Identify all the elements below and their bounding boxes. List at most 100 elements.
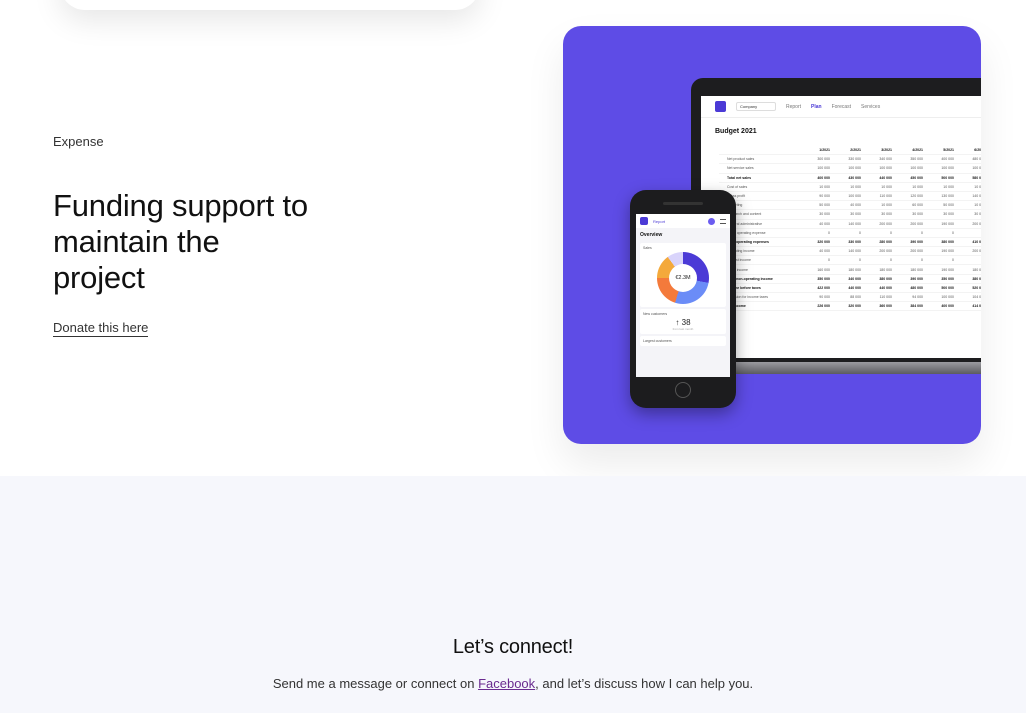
table-cell: 10 000 (912, 184, 923, 189)
table-cell: 0 (954, 258, 981, 262)
avatar (708, 217, 715, 225)
table-cell: 400 000 (941, 304, 954, 309)
table-cell: 100 000 (941, 295, 954, 300)
table-row: Operating income 40 000 140 000 200 000 200 … (719, 247, 981, 257)
table-cell: 50 000 (943, 203, 954, 208)
nav-report: Report (786, 103, 802, 110)
table-cell: 380 000 (972, 276, 981, 281)
table-cell: 280 000 (879, 239, 892, 244)
table-cell: 340 000 (848, 276, 861, 281)
largest-customers-label: Largest customers (643, 339, 672, 343)
laptop-screen: Company Report Plan Forecast Services Bu… (701, 96, 981, 358)
table-cell: 200 000 (910, 221, 923, 226)
table-row: Total non-operating income 350 000 340 000… (719, 275, 981, 284)
table-column-header: 2/2021 (850, 148, 861, 153)
table-cell: 160 000 (817, 267, 830, 272)
new-customers-sub: from last month (672, 327, 694, 331)
floating-card-shadow (60, 0, 480, 10)
table-cell: 30 000 (881, 212, 892, 217)
laptop-app-nav: Company Report Plan Forecast Services (701, 96, 981, 118)
table-cell: 520 000 (972, 285, 981, 290)
new-customers-value: ↑ 38 (675, 318, 691, 327)
table-cell: 104 000 (972, 295, 981, 300)
table-cell: 10 000 (881, 184, 892, 189)
phone-home-button (675, 382, 691, 398)
table-row: Cost of sales 10 000 10 000 10 000 10 000 10 … (719, 183, 981, 192)
table-cell: 400 000 (817, 175, 830, 180)
row-label: Cost of sales (727, 184, 748, 189)
table-cell: 88 000 (850, 295, 861, 300)
table-row: Gross profit 90 000 100 000 110 000 120 000 1… (719, 192, 981, 202)
nav-forecast: Forecast (831, 103, 852, 110)
phone-nav-report: Report (653, 218, 666, 224)
table-cell: 200 000 (910, 249, 923, 254)
facebook-link[interactable]: Facebook (478, 676, 535, 691)
table-cell: 414 000 (972, 304, 981, 309)
table-cell: 100 000 (972, 166, 981, 171)
table-header-row: 1/2021 2/2021 3/2021 4/2021 5/2021 6/2021 (719, 146, 981, 156)
table-row: Other income 160 000 180 000 180 000 180 000… (719, 265, 981, 275)
budget-table: 1/2021 2/2021 3/2021 4/2021 5/2021 6/2021 Net … (719, 146, 981, 312)
table-cell: 380 000 (941, 239, 954, 244)
phone-screen: Report Overview Sales €2.3M New customer… (636, 214, 730, 377)
table-cell: 190 000 (941, 221, 954, 226)
table-cell: 0 (890, 230, 892, 235)
connect-text-before: Send me a message or connect on (272, 676, 479, 691)
table-cell: 422 000 (817, 285, 830, 290)
table-cell: 0 (859, 258, 861, 263)
table-cell: 40 000 (850, 203, 861, 208)
connect-title: Let’s connect! (452, 636, 574, 658)
table-column-header: 3/2021 (881, 148, 892, 153)
table-cell: 50 000 (819, 203, 830, 208)
table-cell: 0 (828, 258, 830, 263)
sales-label: Sales (643, 246, 652, 250)
table-cell: 0 (890, 258, 892, 263)
table-cell: 440 000 (848, 285, 861, 290)
budget-title: Budget 2021 (715, 128, 757, 135)
table-cell: 300 000 (817, 157, 830, 162)
table-cell: 180 000 (848, 267, 861, 272)
table-cell: 190 000 (941, 249, 954, 254)
table-row: Research and content 30 000 30 000 30 000 30… (719, 210, 981, 220)
sales-card: Sales €2.3M (640, 243, 726, 307)
table-cell: 40 000 (819, 249, 830, 254)
table-cell: 130 000 (941, 194, 954, 199)
table-cell: 200 000 (879, 221, 892, 226)
table-cell: 180 000 (879, 267, 892, 272)
table-row: Marketing50 00040 00010 00060 00050 0001… (719, 201, 981, 211)
table-cell: 0 (828, 230, 830, 235)
table-cell: 120 000 (910, 194, 923, 199)
table-cell: 340 000 (879, 157, 892, 162)
table-cell: 360 000 (879, 304, 892, 309)
table-row: Total net sales 400 000 430 000 440 000 450 … (719, 174, 981, 183)
eyebrow-label: Expense (53, 134, 104, 149)
table-cell: 140 000 (972, 194, 981, 199)
product-showcase-card: Company Report Plan Forecast Services Bu… (563, 26, 981, 444)
table-cell: 0 (954, 231, 981, 235)
table-cell: 94 000 (912, 295, 923, 300)
donate-link[interactable]: Donate this here (53, 320, 149, 337)
table-cell: 190 000 (941, 267, 954, 272)
app-logo-icon (715, 101, 726, 112)
table-cell: 330 000 (848, 239, 861, 244)
table-cell: 100 000 (941, 166, 954, 171)
table-cell: 410 000 (972, 239, 981, 244)
new-customers-card: New customers ↑ 38 from last month (640, 309, 726, 334)
table-cell: 100 000 (879, 166, 892, 171)
row-label: Net service sales (727, 166, 754, 171)
table-row: General administrative 40 000 140 000 200 0… (719, 220, 981, 229)
table-cell: 0 (952, 230, 954, 235)
table-cell: 390 000 (910, 239, 923, 244)
table-cell: 40 000 (819, 221, 830, 226)
phone-app-nav: Report (636, 214, 730, 228)
table-cell: 10 000 (819, 184, 830, 189)
hero-title: Funding support to maintain the project (53, 188, 308, 295)
table-cell: 110 000 (879, 194, 892, 199)
table-cell: 430 000 (848, 175, 861, 180)
table-row: Provision for income taxes 90 000 88 000 11… (719, 293, 981, 303)
row-label: Total net sales (727, 175, 752, 180)
table-cell: 384 000 (910, 304, 923, 309)
table-cell: 0 (921, 258, 923, 263)
table-cell: 10 000 (881, 203, 892, 208)
table-cell: 350 000 (941, 276, 954, 281)
